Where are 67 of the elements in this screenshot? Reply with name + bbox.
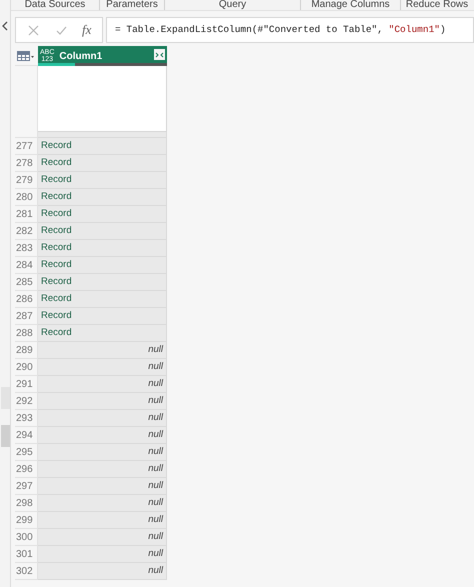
row-number: 288 — [15, 326, 33, 340]
row-number: 287 — [15, 310, 33, 324]
row-number: 279 — [15, 174, 33, 188]
row-number: 285 — [15, 276, 33, 290]
row-number: 283 — [15, 242, 33, 256]
row-number: 300 — [15, 530, 33, 544]
ribbon-group-label: Data Sources — [24, 0, 86, 10]
row-number: 291 — [15, 378, 33, 392]
table-cell: Record — [38, 325, 167, 342]
row-number: 294 — [15, 428, 33, 442]
row-number: 280 — [15, 190, 33, 204]
table-cell: null — [38, 563, 167, 580]
table-cell: null — [38, 461, 167, 478]
table-cell: null — [38, 546, 167, 563]
ribbon-group-label: Manage Columns — [311, 0, 390, 10]
fx-button[interactable]: fx — [82, 20, 92, 40]
table-cell: Record — [38, 189, 167, 206]
table-cell: Record — [38, 274, 167, 291]
row-number: 290 — [15, 360, 33, 374]
table-cell: null — [38, 478, 167, 495]
table-cell: Record — [38, 240, 167, 257]
table-cell: null — [38, 359, 167, 376]
table-cell: null — [38, 529, 167, 546]
row-number: 296 — [15, 462, 33, 476]
table-icon[interactable] — [17, 50, 34, 60]
row-number: 292 — [15, 394, 33, 408]
row-number: 278 — [15, 156, 33, 170]
table-cell: null — [38, 427, 167, 444]
row-number: 301 — [15, 548, 33, 562]
formula-field[interactable]: = Table.ExpandListColumn(#"Converted to Table", "Column1") — [106, 17, 474, 43]
table-cell: Record — [38, 257, 167, 274]
close-icon[interactable] — [28, 24, 39, 36]
table-cell: Record — [38, 206, 167, 223]
ribbon-group-label: Query — [218, 0, 246, 10]
row-number: 299 — [15, 514, 33, 528]
row-number: 295 — [15, 446, 33, 460]
check-icon[interactable] — [56, 26, 67, 34]
column-name: Column1 — [59, 50, 102, 64]
row-number: 289 — [15, 344, 33, 358]
row-number: 284 — [15, 258, 33, 272]
row-number: 297 — [15, 480, 33, 494]
pane-tab[interactable] — [0, 425, 10, 447]
table-cell: Record — [38, 155, 167, 172]
table-cell: null — [38, 495, 167, 512]
row-number: 277 — [15, 140, 33, 154]
table-cell: Record — [38, 291, 167, 308]
row-number: 298 — [15, 496, 33, 510]
table-cell: null — [38, 410, 167, 427]
table-cell: null — [38, 376, 167, 393]
table-cell: null — [38, 444, 167, 461]
table-cell: Record — [38, 308, 167, 325]
expand-icon[interactable] — [154, 49, 165, 60]
row-number: 293 — [15, 412, 33, 426]
ribbon-group-label: Reduce Rows — [406, 0, 468, 10]
table-cell: Record — [38, 172, 167, 189]
row-number: 282 — [15, 224, 33, 238]
table-cell: null — [38, 512, 167, 529]
row-number: 281 — [15, 208, 33, 222]
table-cell: Record — [38, 223, 167, 240]
row-number: 286 — [15, 292, 33, 306]
collapse-icon[interactable] — [2, 21, 8, 31]
ribbon-group-label: Parameters — [106, 0, 158, 10]
table-cell: Record — [38, 138, 167, 155]
pane-tab[interactable] — [0, 387, 10, 409]
row-number: 302 — [15, 564, 33, 578]
table-cell: null — [38, 342, 167, 359]
table-cell: null — [38, 393, 167, 410]
